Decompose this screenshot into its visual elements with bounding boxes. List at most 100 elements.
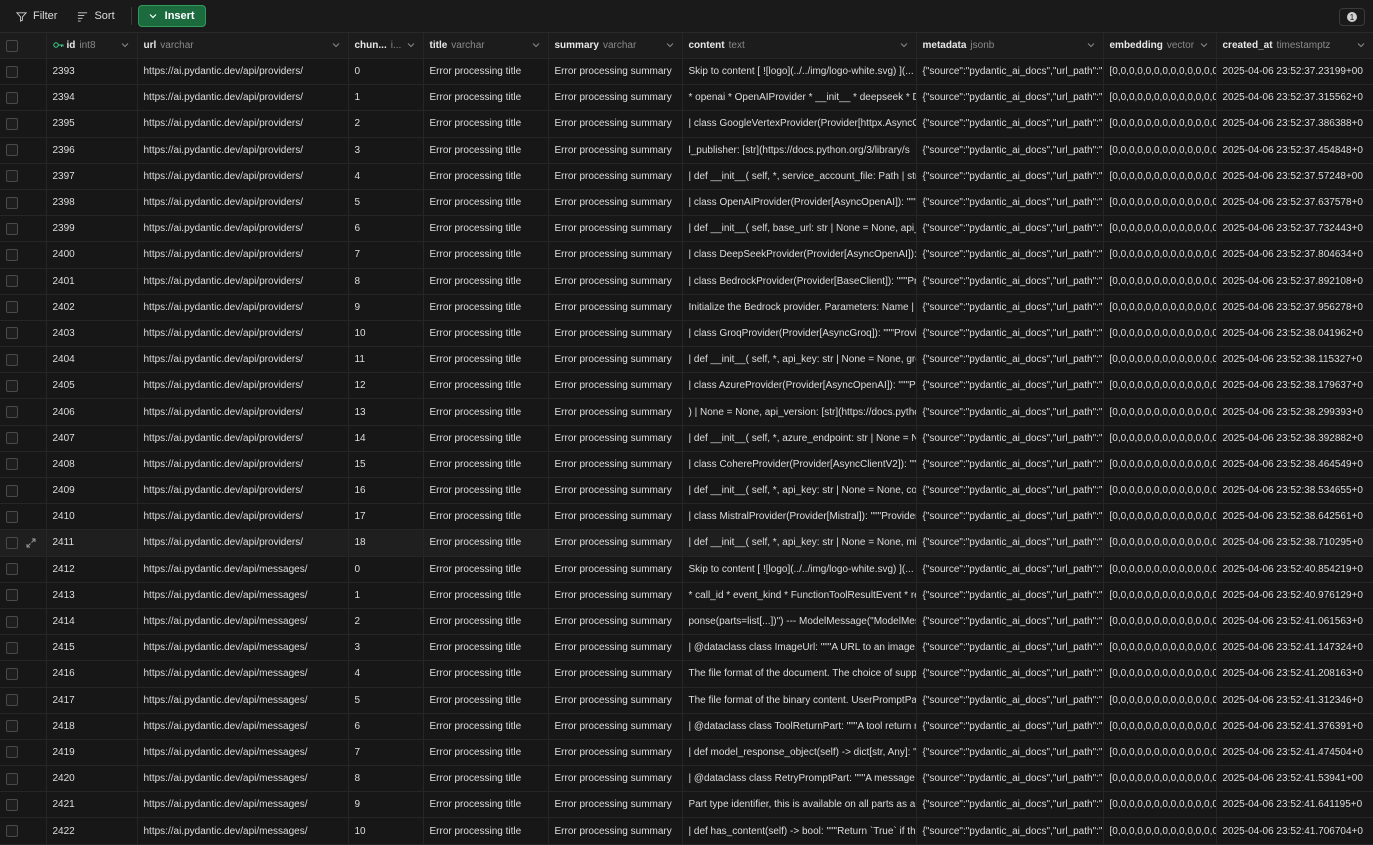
cell-title[interactable]: Error processing title [423,189,549,217]
cell-summary[interactable]: Error processing summary [548,110,683,138]
row-checkbox[interactable] [6,144,18,157]
cell-summary[interactable]: Error processing summary [548,608,683,636]
column-header-3[interactable]: title varchar [423,33,549,59]
column-header-6[interactable]: metadata jsonb [916,33,1104,59]
cell-url[interactable]: https://ai.pydantic.dev/api/providers/ [137,110,349,138]
cell-metadata[interactable]: {"source":"pydantic_ai_docs","url_path":… [916,110,1104,138]
cell-created-at[interactable]: 2025-04-06 23:52:37.386388+0 [1216,110,1373,138]
cell-url[interactable]: https://ai.pydantic.dev/api/messages/ [137,739,349,767]
cell-url[interactable]: https://ai.pydantic.dev/api/providers/ [137,425,349,452]
table-row[interactable]: 2399 https://ai.pydantic.dev/api/provider… [0,215,1373,243]
table-row[interactable]: 2397 https://ai.pydantic.dev/api/provider… [0,163,1373,190]
cell-url[interactable]: https://ai.pydantic.dev/api/messages/ [137,817,349,845]
column-header-1[interactable]: url varchar [137,33,349,59]
cell-metadata[interactable]: {"source":"pydantic_ai_docs","url_path":… [916,241,1104,269]
row-checkbox[interactable] [6,117,18,130]
column-header-5[interactable]: content text [682,33,917,59]
cell-chunk[interactable]: 5 [348,189,424,217]
cell-id[interactable]: 2420 [46,765,138,793]
cell-content[interactable]: The file format of the document. The cho… [682,660,917,688]
column-header-0[interactable]: id int8 [46,33,138,59]
cell-id[interactable]: 2399 [46,215,138,243]
cell-title[interactable]: Error processing title [423,294,549,321]
cell-created-at[interactable]: 2025-04-06 23:52:37.956278+0 [1216,294,1373,321]
cell-metadata[interactable]: {"source":"pydantic_ai_docs","url_path":… [916,268,1104,295]
cell-chunk[interactable]: 13 [348,398,424,426]
cell-embedding[interactable]: [0,0,0,0,0,0,0,0,0,0,0,0,0,0,0 [1103,372,1217,400]
cell-created-at[interactable]: 2025-04-06 23:52:40.976129+0 [1216,582,1373,609]
cell-created-at[interactable]: 2025-04-06 23:52:38.041962+0 [1216,320,1373,348]
cell-id[interactable]: 2397 [46,163,138,190]
cell-chunk[interactable]: 10 [348,817,424,845]
row-checkbox[interactable] [6,641,18,654]
cell-url[interactable]: https://ai.pydantic.dev/api/messages/ [137,687,349,714]
cell-content[interactable]: | def __init__( self, *, service_account… [682,163,917,190]
cell-title[interactable]: Error processing title [423,582,549,609]
cell-id[interactable]: 2421 [46,791,138,819]
cell-metadata[interactable]: {"source":"pydantic_ai_docs","url_path":… [916,163,1104,190]
cell-chunk[interactable]: 10 [348,320,424,348]
cell-url[interactable]: https://ai.pydantic.dev/api/providers/ [137,84,349,112]
cell-summary[interactable]: Error processing summary [548,687,683,714]
cell-url[interactable]: https://ai.pydantic.dev/api/messages/ [137,556,349,583]
cell-id[interactable]: 2394 [46,84,138,112]
cell-embedding[interactable]: [0,0,0,0,0,0,0,0,0,0,0,0,0,0,0 [1103,189,1217,217]
cell-content[interactable]: * openai * OpenAIProvider * __init__ * d… [682,84,917,112]
cell-content[interactable]: | class GoogleVertexProvider(Provider[ht… [682,110,917,138]
row-checkbox[interactable] [6,170,18,183]
table-row[interactable]: 2410 https://ai.pydantic.dev/api/provider… [0,503,1373,531]
row-checkbox[interactable] [6,91,18,104]
row-checkbox[interactable] [6,798,18,811]
cell-summary[interactable]: Error processing summary [548,372,683,400]
cell-metadata[interactable]: {"source":"pydantic_ai_docs","url_path":… [916,687,1104,714]
cell-embedding[interactable]: [0,0,0,0,0,0,0,0,0,0,0,0,0,0,0 [1103,425,1217,452]
cell-metadata[interactable]: {"source":"pydantic_ai_docs","url_path":… [916,660,1104,688]
cell-id[interactable]: 2418 [46,713,138,740]
cell-id[interactable]: 2405 [46,372,138,400]
row-checkbox[interactable] [6,694,18,707]
cell-title[interactable]: Error processing title [423,529,549,557]
cell-id[interactable]: 2400 [46,241,138,269]
cell-chunk[interactable]: 4 [348,163,424,190]
cell-title[interactable]: Error processing title [423,137,549,164]
cell-embedding[interactable]: [0,0,0,0,0,0,0,0,0,0,0,0,0,0,0 [1103,215,1217,243]
cell-summary[interactable]: Error processing summary [548,398,683,426]
cell-metadata[interactable]: {"source":"pydantic_ai_docs","url_path":… [916,817,1104,845]
row-checkbox[interactable] [6,406,18,419]
cell-summary[interactable]: Error processing summary [548,189,683,217]
cell-id[interactable]: 2409 [46,477,138,505]
cell-chunk[interactable]: 11 [348,346,424,374]
cell-embedding[interactable]: [0,0,0,0,0,0,0,0,0,0,0,0,0,0,0 [1103,791,1217,819]
cell-content[interactable]: The file format of the binary content. U… [682,687,917,714]
cell-url[interactable]: https://ai.pydantic.dev/api/providers/ [137,241,349,269]
cell-id[interactable]: 2396 [46,137,138,164]
cell-embedding[interactable]: [0,0,0,0,0,0,0,0,0,0,0,0,0,0,0 [1103,110,1217,138]
cell-content[interactable]: | @dataclass class ImageUrl: """A URL to… [682,634,917,662]
cell-chunk[interactable]: 7 [348,739,424,767]
table-row[interactable]: 2402 https://ai.pydantic.dev/api/provider… [0,294,1373,321]
cell-chunk[interactable]: 0 [348,58,424,86]
cell-chunk[interactable]: 18 [348,529,424,557]
cell-url[interactable]: https://ai.pydantic.dev/api/providers/ [137,189,349,217]
cell-title[interactable]: Error processing title [423,608,549,636]
cell-embedding[interactable]: [0,0,0,0,0,0,0,0,0,0,0,0,0,0,0 [1103,241,1217,269]
cell-created-at[interactable]: 2025-04-06 23:52:41.061563+0 [1216,608,1373,636]
cell-chunk[interactable]: 6 [348,215,424,243]
cell-url[interactable]: https://ai.pydantic.dev/api/providers/ [137,58,349,86]
cell-summary[interactable]: Error processing summary [548,713,683,740]
cell-created-at[interactable]: 2025-04-06 23:52:38.534655+0 [1216,477,1373,505]
table-row[interactable]: 2421 https://ai.pydantic.dev/api/messages… [0,791,1373,819]
expand-row-icon[interactable] [26,538,36,548]
table-row[interactable]: 2400 https://ai.pydantic.dev/api/provider… [0,241,1373,269]
row-checkbox[interactable] [6,248,18,261]
cell-embedding[interactable]: [0,0,0,0,0,0,0,0,0,0,0,0,0,0,0 [1103,582,1217,609]
cell-url[interactable]: https://ai.pydantic.dev/api/providers/ [137,477,349,505]
cell-summary[interactable]: Error processing summary [548,582,683,609]
cell-url[interactable]: https://ai.pydantic.dev/api/messages/ [137,608,349,636]
cell-id[interactable]: 2416 [46,660,138,688]
cell-title[interactable]: Error processing title [423,163,549,190]
cell-title[interactable]: Error processing title [423,503,549,531]
cell-chunk[interactable]: 9 [348,294,424,321]
cell-url[interactable]: https://ai.pydantic.dev/api/providers/ [137,268,349,295]
cell-summary[interactable]: Error processing summary [548,294,683,321]
